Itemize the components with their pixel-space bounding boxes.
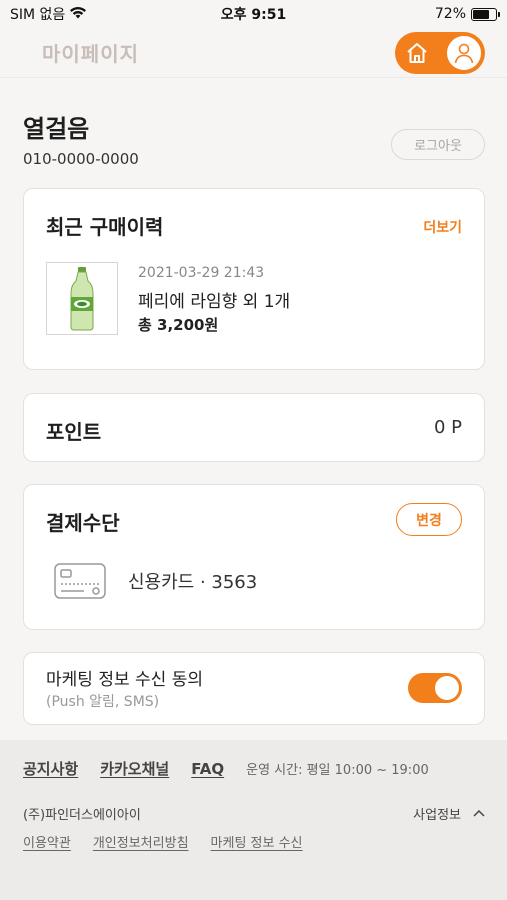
business-info-toggle[interactable]: 사업정보 xyxy=(413,804,485,823)
marketing-title: 마케팅 정보 수신 동의 xyxy=(46,670,203,690)
recent-purchase-title: 최근 구매이력 xyxy=(46,215,164,239)
faq-link[interactable]: FAQ xyxy=(191,760,224,778)
points-title: 포인트 xyxy=(46,420,102,444)
logout-button[interactable]: 로그아웃 xyxy=(391,129,485,160)
payment-title: 결제수단 xyxy=(46,511,120,535)
product-image xyxy=(46,262,118,335)
marketing-card: 마케팅 정보 수신 동의 (Push 알림, SMS) xyxy=(23,652,485,725)
toggle-knob xyxy=(435,676,459,700)
clock: 오후 9:51 xyxy=(220,7,287,23)
marketing-toggle[interactable] xyxy=(408,673,462,703)
company-name: (주)파인더스에이아이 xyxy=(23,808,141,823)
purchase-product: 페리에 라임향 외 1개 xyxy=(138,292,291,312)
purchase-date: 2021-03-29 21:43 xyxy=(138,265,265,281)
credit-card-icon xyxy=(54,563,106,599)
purchase-total: 총 3,200원 xyxy=(138,316,219,334)
status-bar: SIM 없음 오후 9:51 72% xyxy=(0,0,507,28)
battery-icon xyxy=(471,7,500,21)
recent-purchase-card[interactable]: 최근 구매이력 더보기 2021-03-29 21:43 페리에 라임향 외 1… xyxy=(23,188,485,370)
operating-hours: 운영 시간: 평일 10:00 ~ 19:00 xyxy=(246,763,429,778)
notice-link[interactable]: 공지사항 xyxy=(23,758,78,779)
business-info-label: 사업정보 xyxy=(413,808,461,823)
footer: 공지사항 카카오채널 FAQ 운영 시간: 평일 10:00 ~ 19:00 (… xyxy=(0,740,507,900)
user-name: 열걸음 xyxy=(23,115,90,143)
privacy-policy-link[interactable]: 개인정보처리방침 xyxy=(93,832,189,851)
user-icon[interactable] xyxy=(445,33,483,72)
user-phone: 010-0000-0000 xyxy=(23,150,139,168)
home-icon[interactable] xyxy=(405,41,429,65)
page-title: 마이페이지 xyxy=(42,42,139,66)
terms-link[interactable]: 이용약관 xyxy=(23,832,71,851)
payment-card: 결제수단 변경 신용카드 · 3563 xyxy=(23,484,485,630)
points-card: 포인트 0 P xyxy=(23,393,485,462)
more-link[interactable]: 더보기 xyxy=(423,217,462,237)
points-value: 0 P xyxy=(433,417,462,438)
marketing-subtitle: (Push 알림, SMS) xyxy=(46,694,160,710)
payment-card-text: 신용카드 · 3563 xyxy=(128,572,258,593)
marketing-consent-link[interactable]: 마케팅 정보 수신 xyxy=(211,832,303,851)
main-content: 열걸음 010-0000-0000 로그아웃 최근 구매이력 더보기 2021-… xyxy=(0,79,507,740)
change-payment-button[interactable]: 변경 xyxy=(396,503,462,536)
chevron-up-icon xyxy=(473,806,485,821)
nav-toggle[interactable] xyxy=(395,31,485,74)
kakao-channel-link[interactable]: 카카오채널 xyxy=(100,758,169,779)
app-header: 마이페이지 xyxy=(0,28,507,78)
